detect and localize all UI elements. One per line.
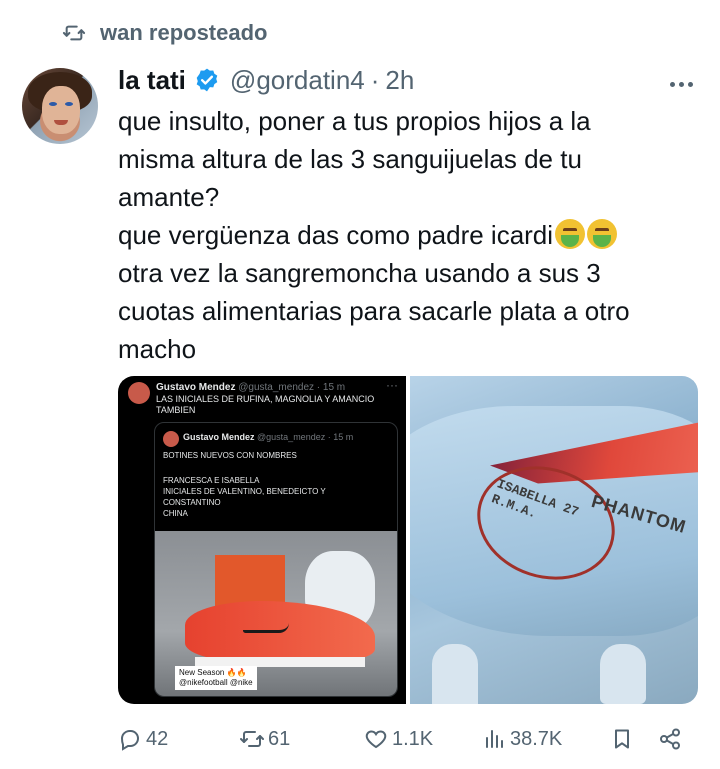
repost-icon — [60, 22, 100, 44]
heart-icon — [365, 730, 387, 749]
boot-photo: New Season 🔥🔥 @nikefootball @nike — [155, 531, 397, 696]
tweet-line: macho — [118, 334, 197, 364]
tweet-line: otra vez la sangremoncha usando a sus 3 — [118, 258, 601, 288]
like-count: 1.1K — [392, 727, 434, 750]
share-icon — [660, 728, 680, 750]
separator-dot: · — [370, 64, 380, 95]
repost-button[interactable]: 61 — [240, 727, 290, 751]
quote-text: BOTINES NUEVOS CON NOMBRES — [163, 451, 297, 460]
tweet-line-with-emoji: que vergüenza das como padre icardi — [118, 216, 708, 254]
views-button[interactable]: 38.7K — [482, 727, 562, 751]
media-image-boot-closeup[interactable]: ISABELLA 27 R.M.A. PHANTOM — [410, 376, 698, 704]
nauseated-face-emoji-icon — [587, 219, 618, 249]
tweet-time[interactable]: 2h — [385, 65, 414, 96]
tweet-line: misma altura de las 3 sanguijuelas de tu — [118, 144, 582, 174]
embedded-header: Gustavo Mendez @gusta_mendez · 15 m — [156, 382, 346, 393]
more-options-icon[interactable] — [666, 72, 696, 96]
like-button[interactable]: 1.1K — [364, 727, 433, 751]
author-handle[interactable]: @gordatin4 — [230, 65, 365, 96]
reply-count: 42 — [146, 727, 169, 750]
views-count: 38.7K — [510, 727, 563, 750]
tweet-text: que insulto, poner a tus propios hijos a… — [118, 102, 708, 368]
embedded-more-icon: ··· — [386, 378, 398, 392]
repost-count: 61 — [268, 727, 291, 750]
tweet-header: la tati @gordatin4 · 2h — [118, 62, 700, 98]
reply-button[interactable]: 42 — [118, 727, 168, 751]
quote-text-block: FRANCESCA E ISABELLA INICIALES DE VALENT… — [163, 476, 326, 518]
tweet-line: amante? — [118, 182, 220, 212]
media-image-screenshot[interactable]: Gustavo Mendez @gusta_mendez · 15 m ··· … — [118, 376, 406, 704]
tweet-line: cuotas alimentarias para sacarle plata a… — [118, 296, 630, 326]
views-icon — [486, 730, 503, 748]
bookmark-button[interactable] — [610, 727, 634, 751]
embedded-quote: Gustavo Mendez @gusta_mendez · 15 m BOTI… — [154, 422, 398, 697]
avatar[interactable] — [22, 68, 98, 144]
bookmark-icon — [615, 729, 629, 749]
repost-icon — [240, 731, 264, 747]
instagram-caption: New Season 🔥🔥 @nikefootball @nike — [175, 666, 257, 690]
tweet-line: que insulto, poner a tus propios hijos a… — [118, 106, 591, 136]
author-name[interactable]: la tati — [118, 65, 186, 96]
quote-header: Gustavo Mendez @gusta_mendez · 15 m — [183, 432, 354, 442]
repost-label: wan reposteado — [100, 20, 268, 45]
action-bar: 42 61 1.1K 38.7K — [118, 722, 690, 756]
media-grid: Gustavo Mendez @gusta_mendez · 15 m ··· … — [118, 376, 698, 704]
nauseated-face-emoji-icon — [555, 219, 586, 249]
share-button[interactable] — [658, 727, 682, 751]
embedded-avatar — [128, 382, 150, 404]
tweet-line: que vergüenza das como padre icardi — [118, 220, 554, 250]
embedded-text: LAS INICIALES DE RUFINA, MAGNOLIA Y AMAN… — [156, 394, 375, 415]
repost-header[interactable]: wan reposteado — [60, 18, 267, 48]
verified-badge-icon — [194, 67, 220, 93]
quote-avatar — [163, 431, 179, 447]
reply-icon — [120, 730, 140, 751]
